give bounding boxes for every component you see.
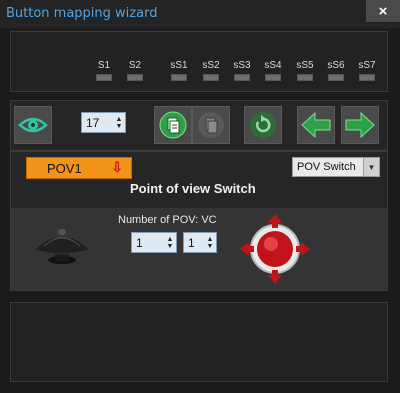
slot-ss1[interactable]: sS1 xyxy=(164,60,194,81)
slot-label: sS2 xyxy=(202,60,220,71)
slot-indicator xyxy=(297,74,313,81)
refresh-icon xyxy=(250,112,276,138)
chevron-down-icon[interactable]: ▼ xyxy=(363,158,379,176)
pov-count-stepper[interactable]: 1 ▲ ▼ xyxy=(131,232,177,253)
slot-label: sS3 xyxy=(233,60,251,71)
arrow-down-icon: ⇩ xyxy=(111,159,123,175)
slot-ss5[interactable]: sS5 xyxy=(290,60,320,81)
pov-direction-icon[interactable] xyxy=(238,212,312,286)
next-button[interactable] xyxy=(341,106,379,144)
stepper-arrows-icon[interactable]: ▲ ▼ xyxy=(204,236,216,250)
slot-label: S2 xyxy=(128,60,142,71)
pov-type-select[interactable]: POV Switch ▼ xyxy=(292,157,380,177)
slot-label: sS5 xyxy=(296,60,314,71)
pov-heading: Point of view Switch xyxy=(130,181,256,196)
paste-button[interactable] xyxy=(192,106,230,144)
stepper-arrows-icon[interactable]: ▲ ▼ xyxy=(113,116,125,130)
slot-ss7[interactable]: sS7 xyxy=(352,60,382,81)
pov-tag-label: POV1 xyxy=(47,161,82,176)
window-title: Button mapping wizard xyxy=(6,6,158,21)
paste-icon xyxy=(198,112,224,138)
slot-s1[interactable]: S1 xyxy=(89,60,119,81)
info-panel xyxy=(10,302,388,382)
previous-button[interactable] xyxy=(297,106,335,144)
slot-indicator xyxy=(203,74,219,81)
pov-count-label: Number of POV: VC xyxy=(118,214,217,226)
slot-ss3[interactable]: sS3 xyxy=(227,60,257,81)
slot-label: S1 xyxy=(97,60,111,71)
slot-ss4[interactable]: sS4 xyxy=(258,60,288,81)
slot-indicator xyxy=(96,74,112,81)
close-button[interactable]: × xyxy=(366,0,400,22)
copy-button[interactable] xyxy=(154,106,192,144)
slot-label: sS1 xyxy=(170,60,188,71)
number-stepper[interactable]: 17 ▲ ▼ xyxy=(81,112,126,133)
slot-indicator xyxy=(234,74,250,81)
slot-s2[interactable]: S2 xyxy=(120,60,150,81)
slot-indicator xyxy=(359,74,375,81)
view-button[interactable] xyxy=(14,106,52,144)
pov-index-value: 1 xyxy=(188,235,195,250)
refresh-button[interactable] xyxy=(244,106,282,144)
slot-ss2[interactable]: sS2 xyxy=(196,60,226,81)
pov-type-value: POV Switch xyxy=(297,161,356,173)
arrow-left-icon xyxy=(301,112,331,138)
slot-indicator xyxy=(265,74,281,81)
number-value: 17 xyxy=(86,115,100,130)
slot-indicator xyxy=(127,74,143,81)
pov-tag-button[interactable]: POV1 ⇩ xyxy=(26,157,132,179)
pov-count-value: 1 xyxy=(136,235,143,250)
eye-icon xyxy=(18,117,48,133)
slot-ss6[interactable]: sS6 xyxy=(321,60,351,81)
slot-indicator xyxy=(328,74,344,81)
stepper-arrows-icon[interactable]: ▲ ▼ xyxy=(164,236,176,250)
pov-hat-icon xyxy=(33,229,91,264)
copy-icon xyxy=(159,111,187,139)
title-bar: Button mapping wizard × xyxy=(0,0,400,28)
slot-indicator xyxy=(171,74,187,81)
slot-label: sS6 xyxy=(327,60,345,71)
slot-label: sS4 xyxy=(264,60,282,71)
slot-label: sS7 xyxy=(358,60,376,71)
arrow-right-icon xyxy=(345,112,375,138)
pov-index-stepper[interactable]: 1 ▲ ▼ xyxy=(183,232,217,253)
